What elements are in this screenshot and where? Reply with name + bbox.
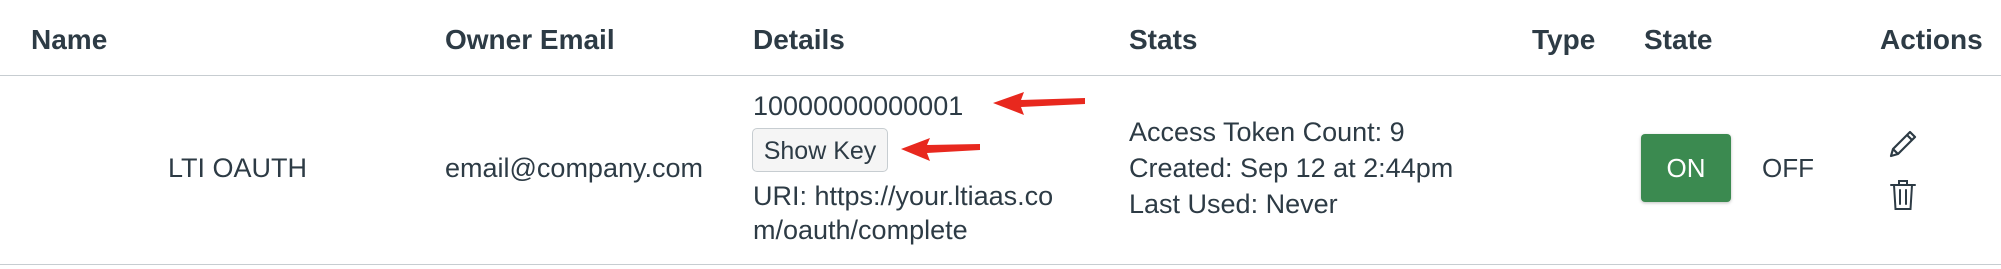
column-header-type: Type — [1532, 24, 1596, 55]
stat-last-used: Last Used: Never — [1129, 189, 1338, 219]
column-header-owner-email: Owner Email — [445, 24, 615, 55]
row-divider — [0, 264, 2001, 265]
stat-created: Created: Sep 12 at 2:44pm — [1129, 153, 1454, 183]
uri-line-2: m/oauth/complete — [753, 215, 968, 245]
state-on-button[interactable]: ON — [1641, 134, 1731, 202]
column-header-name: Name — [31, 24, 108, 55]
edit-icon[interactable] — [1883, 124, 1923, 164]
annotation-arrow-show-key — [901, 138, 980, 161]
column-header-state: State — [1644, 24, 1713, 55]
column-header-stats: Stats — [1129, 24, 1198, 55]
annotation-arrow-id — [993, 92, 1085, 115]
owner-email: email@company.com — [445, 153, 703, 183]
stat-access-token-count: Access Token Count: 9 — [1129, 117, 1405, 147]
state-off-button[interactable]: OFF — [1753, 134, 1823, 202]
header-divider — [0, 75, 2001, 76]
column-header-actions: Actions — [1880, 24, 1983, 55]
show-key-button[interactable]: Show Key — [752, 128, 888, 172]
uri-line-1: URI: https://your.ltiaas.co — [753, 181, 1054, 211]
trash-icon[interactable] — [1883, 175, 1923, 215]
key-name: LTI OAUTH — [168, 153, 308, 183]
column-header-details: Details — [753, 24, 845, 55]
developer-key-id: 10000000000001 — [753, 91, 964, 121]
